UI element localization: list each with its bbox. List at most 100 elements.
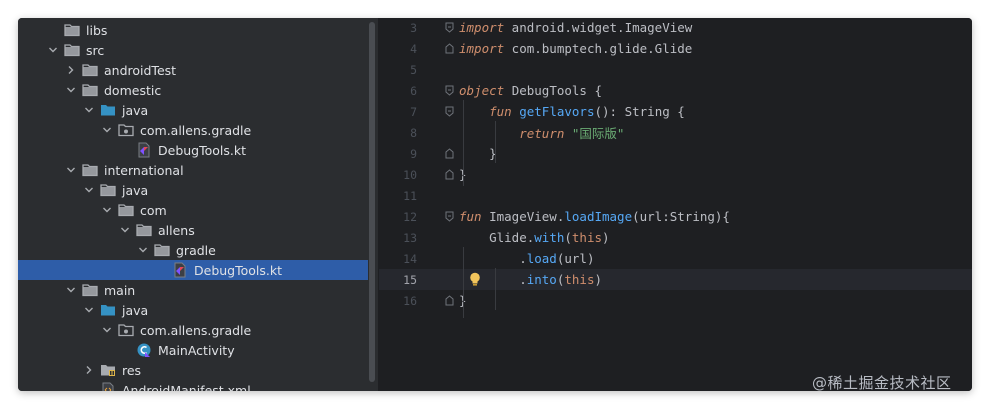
code-line[interactable]: 11 xyxy=(379,185,972,206)
tree-scrollbar[interactable] xyxy=(368,18,376,391)
code-line[interactable]: 16} xyxy=(379,290,972,311)
tree-item-label: main xyxy=(104,282,136,298)
chevron-right-icon[interactable] xyxy=(82,365,96,375)
code-token: loadImage xyxy=(564,209,633,224)
code-text[interactable]: fun getFlavors(): String { xyxy=(459,104,685,119)
kotlin-class-icon xyxy=(136,342,152,358)
chevron-down-icon[interactable] xyxy=(82,185,96,195)
code-token: ImageView xyxy=(624,20,693,35)
line-number: 12 xyxy=(403,209,417,224)
code-line[interactable]: 7 fun getFlavors(): String { xyxy=(379,101,972,122)
tree-item[interactable]: libs xyxy=(18,20,368,40)
fold-end-icon[interactable] xyxy=(443,290,455,311)
tree-item[interactable]: DebugTools.kt xyxy=(18,260,368,280)
chevron-down-icon[interactable] xyxy=(64,85,78,95)
code-editor[interactable]: 3 import android.widget.ImageView 4 import … xyxy=(379,18,972,391)
code-text[interactable]: object DebugTools { xyxy=(459,83,602,98)
chevron-down-icon[interactable] xyxy=(64,165,78,175)
tree-item[interactable]: main xyxy=(18,280,368,300)
chevron-right-icon[interactable] xyxy=(64,65,78,75)
tree-item[interactable]: java xyxy=(18,180,368,200)
code-token: } xyxy=(459,146,497,161)
code-line[interactable]: 4 import com.bumptech.glide.Glide xyxy=(379,38,972,59)
chevron-down-icon[interactable] xyxy=(100,325,114,335)
chevron-down-icon[interactable] xyxy=(100,205,114,215)
tree-item[interactable]: androidTest xyxy=(18,60,368,80)
line-number: 10 xyxy=(403,167,417,182)
tree-item[interactable]: com.allens.gradle xyxy=(18,120,368,140)
tree-item[interactable]: domestic xyxy=(18,80,368,100)
fold-start-icon[interactable] xyxy=(443,101,455,122)
folder-icon xyxy=(136,222,152,238)
tree-item-label: src xyxy=(86,42,105,58)
fold-end-icon[interactable] xyxy=(443,38,455,59)
chevron-down-icon[interactable] xyxy=(100,125,114,135)
code-text[interactable]: } xyxy=(459,146,497,161)
code-token: "国际版" xyxy=(571,126,625,141)
code-line[interactable]: 13 Glide.with(this) xyxy=(379,227,972,248)
tree-item[interactable]: res xyxy=(18,360,368,380)
tree-item[interactable]: src xyxy=(18,40,368,60)
chevron-down-icon[interactable] xyxy=(64,285,78,295)
code-text[interactable]: .load(url) xyxy=(459,251,594,266)
code-token: this xyxy=(571,230,603,245)
fold-start-icon[interactable] xyxy=(443,18,455,38)
tree-item[interactable]: com xyxy=(18,200,368,220)
fold-end-icon[interactable] xyxy=(443,164,455,185)
project-tree[interactable]: libs src androidTest domestic java com.allens… xyxy=(18,18,368,391)
kotlin-file-icon xyxy=(136,142,152,158)
chevron-down-icon[interactable] xyxy=(82,105,96,115)
code-token: android.widget. xyxy=(504,20,625,35)
code-text[interactable]: import com.bumptech.glide.Glide xyxy=(459,41,692,56)
code-text[interactable]: return "国际版" xyxy=(459,123,624,142)
tree-item[interactable]: java xyxy=(18,300,368,320)
code-line[interactable]: 5 xyxy=(379,59,972,80)
code-token: com.bumptech.glide. xyxy=(504,41,655,56)
code-text[interactable]: Glide.with(this) xyxy=(459,230,609,245)
line-number: 8 xyxy=(410,125,417,140)
code-line[interactable]: 3 import android.widget.ImageView xyxy=(379,18,972,38)
code-line[interactable]: 8 return "国际版" xyxy=(379,122,972,143)
source-folder-icon xyxy=(100,302,116,318)
code-token: { xyxy=(586,83,603,98)
chevron-down-icon[interactable] xyxy=(118,225,132,235)
indent-guide xyxy=(463,100,464,186)
code-token: object xyxy=(459,83,505,98)
code-line[interactable]: 9 } xyxy=(379,143,972,164)
code-line[interactable]: 6 object DebugTools { xyxy=(379,80,972,101)
tree-item-label: gradle xyxy=(176,242,216,258)
tree-item[interactable]: com.allens.gradle xyxy=(18,320,368,340)
tree-scrollbar-thumb[interactable] xyxy=(369,22,375,382)
code-token: Glide. xyxy=(459,230,535,245)
code-text[interactable]: import android.widget.ImageView xyxy=(459,20,692,35)
package-icon xyxy=(118,322,134,338)
line-number: 5 xyxy=(410,62,417,77)
code-line[interactable]: 10} xyxy=(379,164,972,185)
tree-item[interactable]: allens xyxy=(18,220,368,240)
fold-start-icon[interactable] xyxy=(443,206,455,227)
code-line[interactable]: 15 .into(this) xyxy=(379,269,972,290)
code-line[interactable]: 14 .load(url) xyxy=(379,248,972,269)
fold-start-icon[interactable] xyxy=(443,80,455,101)
tree-item[interactable]: AndroidManifest.xml xyxy=(18,380,368,391)
fold-end-icon[interactable] xyxy=(443,143,455,164)
chevron-down-icon[interactable] xyxy=(136,245,150,255)
lightbulb-icon[interactable] xyxy=(469,272,481,291)
chevron-down-icon[interactable] xyxy=(82,305,96,315)
code-token: fun xyxy=(489,104,512,119)
tree-item[interactable]: international xyxy=(18,160,368,180)
tree-item-label: DebugTools.kt xyxy=(194,262,283,278)
code-token: (url:String){ xyxy=(632,209,730,224)
code-line[interactable]: 12 fun ImageView.loadImage(url:String){ xyxy=(379,206,972,227)
code-text[interactable]: fun ImageView.loadImage(url:String){ xyxy=(459,209,730,224)
tree-item[interactable]: gradle xyxy=(18,240,368,260)
chevron-down-icon[interactable] xyxy=(46,45,60,55)
code-token: import xyxy=(459,41,505,56)
tree-item[interactable]: DebugTools.kt xyxy=(18,140,368,160)
tree-item[interactable]: java xyxy=(18,100,368,120)
tree-item[interactable]: MainActivity xyxy=(18,340,368,360)
